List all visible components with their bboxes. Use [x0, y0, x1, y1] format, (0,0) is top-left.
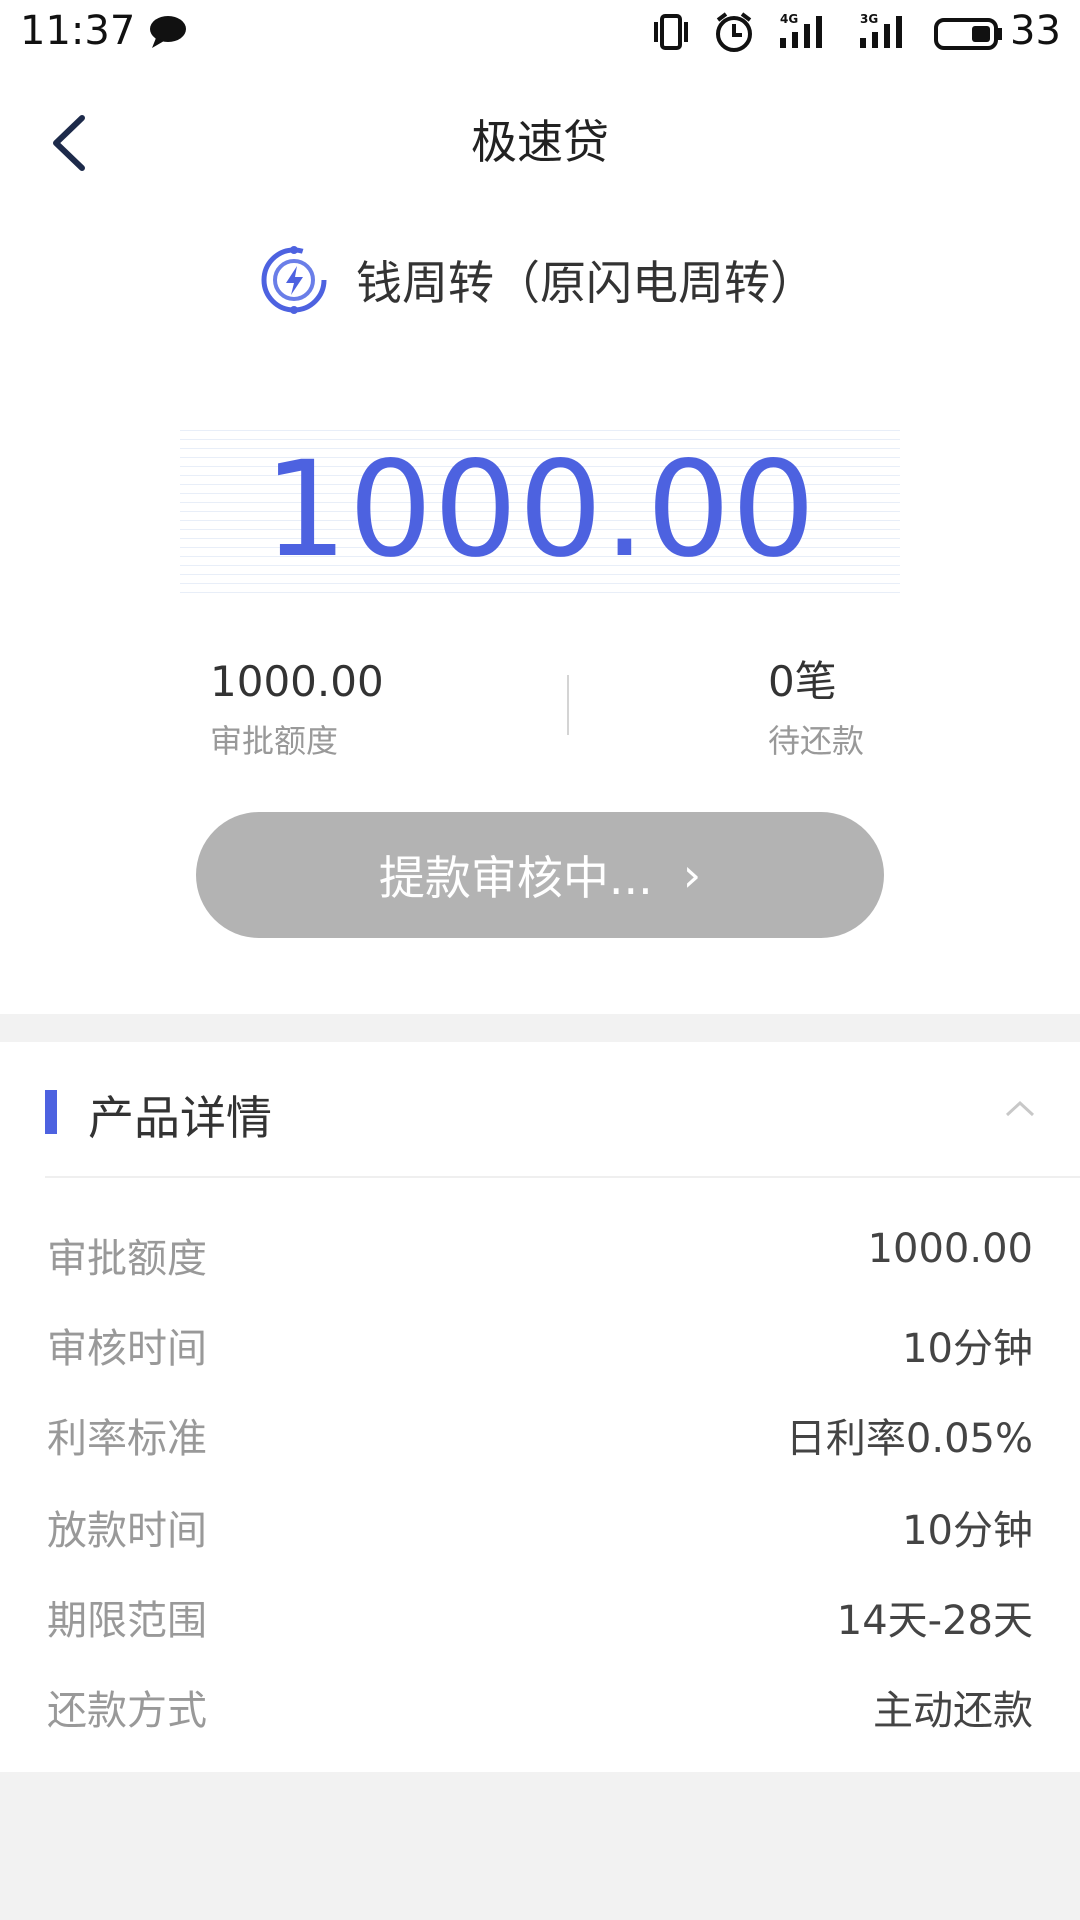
approved-limit-value: 1000.00 [210, 657, 384, 706]
pending-repayment-label: 待还款 [768, 722, 865, 760]
loan-amount: 1000.00 [263, 433, 817, 587]
detail-label: 还款方式 [47, 1688, 207, 1734]
loan-summary-card: 极速贷 钱周转（原闪电周转） 1000.00 1000.00 审批额度 0笔 待… [0, 70, 1080, 1014]
section-divider [45, 1176, 1080, 1178]
detail-value: 14天-28天 [836, 1598, 1033, 1644]
detail-label: 放款时间 [47, 1508, 207, 1554]
pending-repayment-stat: 0笔 待还款 [768, 654, 864, 762]
alarm-icon [712, 10, 756, 58]
battery-percent: 33 [1010, 8, 1061, 54]
detail-row: 审批额度 1000.00 [47, 1226, 1033, 1286]
product-details-header[interactable]: 产品详情 [0, 1042, 1080, 1176]
page-title: 极速贷 [471, 115, 609, 169]
detail-value: 1000.00 [867, 1226, 1033, 1272]
detail-label: 利率标准 [47, 1416, 207, 1462]
approved-limit-label: 审批额度 [210, 722, 339, 760]
product-details-card: 产品详情 审批额度 1000.00 审核时间 10分钟 利率标准 日利率0.05… [0, 1042, 1080, 1772]
battery-icon [934, 16, 1004, 56]
chevron-right-icon: › [682, 848, 702, 902]
detail-row: 放款时间 10分钟 [47, 1498, 1033, 1558]
lightning-circle-icon [261, 246, 327, 314]
amount-display: 1000.00 [180, 422, 900, 598]
signal-3g-icon: 3G [858, 12, 910, 56]
detail-row: 期限范围 14天-28天 [47, 1588, 1033, 1648]
approved-limit-stat: 1000.00 审批额度 [210, 654, 384, 762]
detail-row: 利率标准 日利率0.05% [47, 1406, 1033, 1466]
status-bar: 11:37 4G 3G 33 [0, 0, 1080, 70]
network-type-label: 3G [860, 12, 879, 26]
signal-4g-icon: 4G [778, 12, 830, 56]
detail-value: 10分钟 [902, 1326, 1033, 1372]
vibrate-icon [650, 12, 692, 56]
chevron-up-icon[interactable] [1004, 1098, 1036, 1118]
withdrawal-review-button[interactable]: 提款审核中... › [196, 812, 884, 938]
detail-label: 期限范围 [47, 1598, 207, 1644]
pending-repayment-value: 0笔 [768, 657, 837, 706]
product-name: 钱周转（原闪电周转） [356, 256, 816, 310]
chat-notification-icon [148, 14, 188, 54]
detail-row: 审核时间 10分钟 [47, 1316, 1033, 1376]
detail-value: 主动还款 [873, 1688, 1033, 1734]
detail-value: 10分钟 [902, 1508, 1033, 1554]
stat-divider [567, 675, 569, 735]
detail-value: 日利率0.05% [785, 1416, 1033, 1462]
section-accent-bar [45, 1090, 57, 1134]
withdrawal-review-label: 提款审核中... [378, 851, 653, 905]
detail-label: 审核时间 [47, 1326, 207, 1372]
screen: 11:37 4G 3G 33 极速贷 钱周转（原闪电周转） 1000.00 10… [0, 0, 1080, 1920]
product-brand: 钱周转（原闪电周转） [258, 240, 816, 320]
section-title: 产品详情 [88, 1091, 272, 1145]
detail-row: 还款方式 主动还款 [47, 1678, 1033, 1738]
status-time: 11:37 [20, 8, 136, 54]
detail-label: 审批额度 [47, 1236, 207, 1282]
network-type-label: 4G [780, 12, 799, 26]
